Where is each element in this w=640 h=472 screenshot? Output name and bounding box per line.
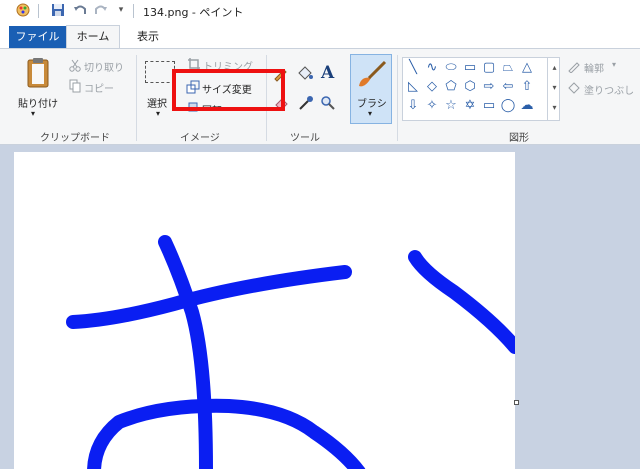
outline-label[interactable]: 輪郭: [584, 60, 604, 75]
rounded-rectangle-shape-icon[interactable]: ▢: [481, 60, 497, 76]
copy-label[interactable]: コピー: [84, 80, 114, 95]
stroke-vertical: [158, 235, 213, 472]
cut-icon[interactable]: [68, 58, 82, 72]
up-arrow-shape-icon[interactable]: ⇧: [519, 79, 535, 95]
shapes-group-label: 図形: [509, 133, 529, 144]
curve-shape-icon[interactable]: ∿: [424, 60, 440, 76]
image-group-label: イメージ: [180, 133, 220, 144]
fill-label[interactable]: 塗りつぶし: [584, 82, 634, 97]
outline-icon[interactable]: [567, 59, 581, 74]
divider: [133, 4, 134, 18]
clipboard-group-label: クリップボード: [40, 133, 110, 144]
brushes-label[interactable]: ブラシ: [357, 95, 387, 110]
paste-button[interactable]: [20, 57, 56, 89]
select-icon[interactable]: [145, 61, 175, 83]
stroke-loop: [87, 398, 366, 472]
window-title: 134.png - ペイント: [143, 6, 244, 19]
group-divider: [397, 55, 398, 141]
four-point-star-shape-icon[interactable]: ✧: [424, 98, 440, 114]
undo-icon[interactable]: [73, 3, 87, 17]
stroke-horizontal: [66, 265, 352, 329]
left-arrow-shape-icon[interactable]: ⇦: [500, 79, 516, 95]
brushes-dropdown-icon[interactable]: ▾: [368, 109, 372, 118]
rectangle-shape-icon[interactable]: ▭: [462, 60, 478, 76]
cut-label[interactable]: 切り取り: [84, 59, 124, 74]
ribbon-tabs: ファイル ホーム 表示: [0, 22, 640, 48]
fill-icon[interactable]: [567, 81, 581, 95]
line-shape-icon[interactable]: ╲: [405, 60, 421, 76]
right-arrow-shape-icon[interactable]: ⇨: [481, 79, 497, 95]
color-picker-icon[interactable]: [298, 95, 314, 111]
select-dropdown-icon[interactable]: ▾: [156, 109, 160, 118]
right-triangle-shape-icon[interactable]: ◺: [405, 79, 421, 95]
pentagon-shape-icon[interactable]: ⬠: [443, 79, 459, 95]
tab-view[interactable]: 表示: [127, 26, 169, 48]
select-label[interactable]: 選択: [147, 95, 167, 110]
oval-callout-shape-icon[interactable]: ◯: [500, 98, 516, 114]
highlight-box: [172, 69, 285, 111]
tab-file[interactable]: ファイル: [9, 26, 66, 48]
tools-group-label: ツール: [290, 133, 320, 144]
paste-label[interactable]: 貼り付け: [18, 95, 58, 110]
text-tool-icon[interactable]: A: [321, 63, 334, 83]
brushes-button[interactable]: ブラシ ▾: [350, 54, 392, 124]
shapes-gallery: ╲ ∿ ⬭ ▭ ▢ ⏢ △ ◺ ◇ ⬠ ⬡ ⇨ ⇦ ⇧ ⇩ ✧ ☆ ✡ ▭ ◯ …: [402, 57, 560, 121]
stroke-right: [408, 250, 522, 354]
hexagon-shape-icon[interactable]: ⬡: [462, 79, 478, 95]
save-icon[interactable]: [51, 3, 65, 17]
shapes-scroll[interactable]: ▴ ▾ ▾: [547, 58, 561, 120]
cloud-callout-shape-icon[interactable]: ☁: [519, 98, 535, 114]
title-bar: ▾ 134.png - ペイント: [0, 0, 640, 22]
tab-home[interactable]: ホーム: [66, 25, 120, 48]
rounded-callout-shape-icon[interactable]: ▭: [481, 98, 497, 114]
outline-dropdown-icon[interactable]: ▾: [612, 60, 616, 69]
six-point-star-shape-icon[interactable]: ✡: [462, 98, 478, 114]
copy-icon[interactable]: [68, 79, 82, 93]
customize-toolbar-icon[interactable]: ▾: [114, 3, 128, 17]
divider: [38, 4, 39, 18]
canvas-drawing: [66, 235, 522, 472]
ribbon: 貼り付け ▾ 切り取り コピー クリップボード 選択 ▾ トリミング サイズ変更…: [0, 48, 640, 145]
canvas-resize-handle[interactable]: [514, 400, 519, 405]
workspace: [0, 145, 640, 472]
five-point-star-shape-icon[interactable]: ☆: [443, 98, 459, 114]
group-divider: [136, 55, 137, 141]
paint-app-icon[interactable]: [16, 3, 30, 17]
triangle-shape-icon[interactable]: △: [519, 60, 535, 76]
down-arrow-shape-icon[interactable]: ⇩: [405, 98, 421, 114]
fill-bucket-icon[interactable]: [296, 66, 314, 82]
oval-shape-icon[interactable]: ⬭: [443, 60, 459, 76]
drawing-canvas[interactable]: [14, 152, 522, 472]
diamond-shape-icon[interactable]: ◇: [424, 79, 440, 95]
paste-dropdown-icon[interactable]: ▾: [31, 109, 35, 118]
redo-icon[interactable]: [94, 3, 108, 17]
magnifier-icon[interactable]: [320, 95, 336, 111]
polygon-shape-icon[interactable]: ⏢: [500, 60, 516, 76]
